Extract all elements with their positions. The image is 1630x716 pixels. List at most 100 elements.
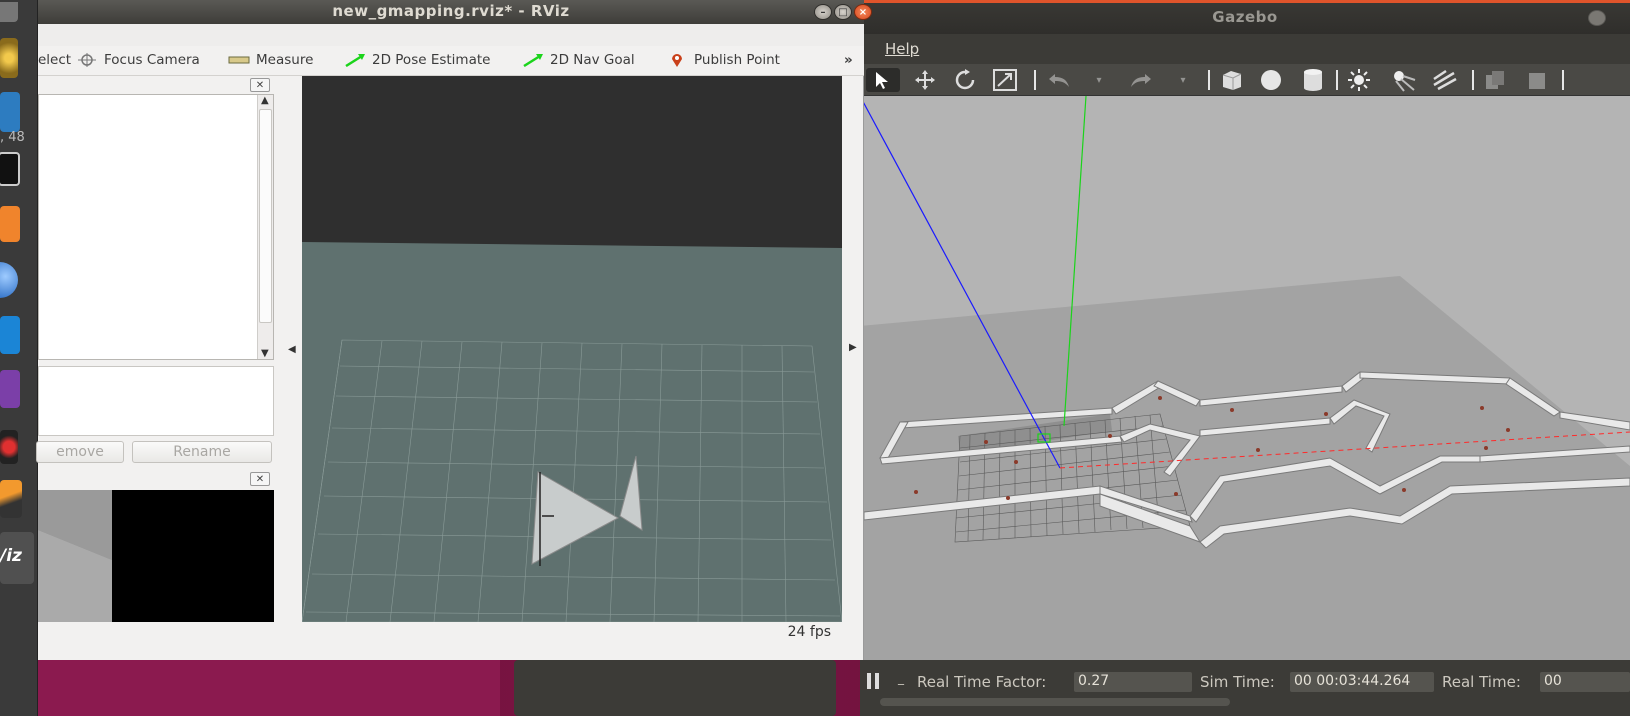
dock-item-top[interactable]	[0, 2, 18, 22]
scroll-down-icon[interactable]: ▼	[261, 348, 269, 359]
window-title: new_gmapping.rviz* - RViz	[332, 2, 570, 20]
redo-dropdown-icon[interactable]: ▾	[1170, 68, 1196, 92]
minimize-button[interactable]	[1588, 10, 1606, 26]
ruler-icon	[228, 56, 250, 64]
tool-focus-camera-label: Focus Camera	[104, 52, 200, 68]
dock-item-terminal-icon[interactable]	[0, 152, 20, 186]
collapse-left-arrow-icon[interactable]: ◀	[288, 344, 296, 355]
tool-select[interactable]: elect	[38, 52, 71, 68]
dock-item-vscode-icon[interactable]	[0, 316, 20, 354]
tool-focus-camera[interactable]: Focus Camera	[76, 52, 200, 68]
gazebo-statusbar: _ Real Time Factor: 0.27 Sim Time: 00 00…	[860, 660, 1630, 716]
display-description	[38, 366, 274, 436]
gazebo-horizontal-scrollbar[interactable]	[880, 698, 1230, 706]
fps-indicator: 24 fps	[787, 624, 831, 640]
collapse-right-arrow-icon[interactable]: ▶	[849, 342, 857, 353]
spot-light-icon[interactable]	[1390, 68, 1416, 92]
paste-icon[interactable]	[1524, 68, 1550, 92]
toolbar-overflow-button[interactable]: »	[844, 52, 853, 68]
background-panel	[38, 660, 500, 716]
directional-light-icon[interactable]	[1432, 68, 1458, 92]
rviz-window: new_gmapping.rviz* - RViz – □ × elect Fo…	[36, 0, 872, 660]
camera-panel: ✕	[38, 472, 274, 622]
tool-measure[interactable]: Measure	[228, 52, 313, 68]
toolbar-separator	[1562, 70, 1564, 90]
real-time-label: Real Time:	[1442, 673, 1521, 691]
rviz-render	[302, 76, 842, 622]
green-arrow-icon	[345, 54, 365, 67]
scroll-up-icon[interactable]: ▲	[261, 95, 269, 106]
rviz-menubar	[38, 24, 864, 46]
gazebo-window: Gazebo Help ▾ ▾ _ Real Time Factor: 0.27…	[860, 0, 1630, 716]
gazebo-3d-scene[interactable]	[860, 96, 1630, 660]
tool-2d-nav-goal[interactable]: 2D Nav Goal	[522, 52, 635, 68]
camera-panel-close-icon[interactable]: ✕	[250, 472, 270, 486]
rtf-value: 0.27	[1074, 672, 1192, 692]
camera-image-view	[38, 490, 274, 622]
dock-item-rviz[interactable]: /iz	[0, 532, 34, 584]
dock-item-calculator-icon[interactable]	[0, 370, 20, 408]
crosshair-icon	[78, 53, 96, 67]
box-shape-icon[interactable]	[1218, 68, 1244, 92]
tool-publish-point-label: Publish Point	[694, 52, 780, 68]
select-mode-icon[interactable]	[866, 68, 900, 92]
rtf-label: Real Time Factor:	[917, 673, 1047, 691]
scale-icon[interactable]	[992, 68, 1018, 92]
camera-render	[38, 490, 274, 622]
displays-tree[interactable]: ▲ ▼	[38, 94, 274, 360]
cylinder-shape-icon[interactable]	[1300, 68, 1326, 92]
gazebo-toolbar: ▾ ▾	[860, 64, 1630, 96]
rviz-3d-viewport[interactable]	[302, 76, 842, 622]
tool-2d-pose-estimate[interactable]: 2D Pose Estimate	[344, 52, 490, 68]
real-time-value: 00	[1540, 672, 1630, 692]
tool-2d-nav-goal-label: 2D Nav Goal	[550, 52, 635, 68]
redo-icon[interactable]	[1128, 68, 1154, 92]
toolbar-separator	[1472, 70, 1474, 90]
displays-close-icon[interactable]: ✕	[250, 78, 270, 92]
rviz-titlebar: new_gmapping.rviz* - RViz – □ ×	[38, 0, 872, 24]
sim-time-label: Sim Time:	[1200, 673, 1275, 691]
copy-icon[interactable]	[1482, 68, 1508, 92]
tool-measure-label: Measure	[256, 52, 314, 68]
dock-item-stack-icon[interactable]	[0, 480, 22, 518]
rviz-toolbar: elect Focus Camera Measure 2D Pose Estim…	[38, 46, 864, 76]
undo-icon[interactable]	[1046, 68, 1072, 92]
step-marker: _	[898, 671, 904, 685]
scrollbar-thumb[interactable]	[259, 109, 272, 323]
dock-item-files-icon[interactable]	[0, 206, 20, 242]
tool-publish-point[interactable]: Publish Point	[666, 52, 780, 68]
map-pin-icon	[672, 54, 682, 67]
translate-icon[interactable]	[912, 68, 938, 92]
pause-icon[interactable]	[866, 673, 880, 689]
tool-select-label: elect	[38, 52, 72, 68]
undo-dropdown-icon[interactable]: ▾	[1086, 68, 1112, 92]
menu-help[interactable]: Help	[885, 40, 919, 58]
background-panel-dark	[514, 660, 836, 716]
dock-item-chrome-icon[interactable]	[0, 38, 18, 78]
sim-time-value: 00 00:03:44.264	[1290, 672, 1434, 692]
toolbar-separator	[1208, 70, 1210, 90]
green-arrow-icon	[523, 54, 543, 67]
launcher-dock: , 48 /iz	[0, 0, 38, 716]
dock-item-help-icon[interactable]	[0, 262, 18, 298]
gazebo-menubar: Help	[860, 34, 1630, 64]
minimize-button[interactable]: –	[814, 4, 832, 20]
toolbar-separator	[1034, 70, 1036, 90]
displays-scrollbar[interactable]: ▲ ▼	[257, 95, 273, 359]
dock-partial-label: , 48	[0, 130, 25, 145]
rotate-icon[interactable]	[952, 68, 978, 92]
gazebo-titlebar: Gazebo	[860, 0, 1630, 34]
dock-rviz-label: /iz	[0, 546, 22, 566]
close-button[interactable]: ×	[854, 4, 872, 20]
dock-item-record-icon[interactable]	[0, 430, 18, 464]
tool-2d-pose-estimate-label: 2D Pose Estimate	[372, 52, 491, 68]
remove-button[interactable]: emove	[36, 441, 124, 463]
point-light-icon[interactable]	[1346, 68, 1372, 92]
rviz-floor	[302, 242, 842, 622]
dock-item-document-icon[interactable]	[0, 92, 20, 132]
sphere-shape-icon[interactable]	[1258, 68, 1284, 92]
toolbar-separator	[1336, 70, 1338, 90]
maximize-button[interactable]: □	[834, 4, 852, 20]
window-title: Gazebo	[1212, 8, 1278, 26]
rename-button[interactable]: Rename	[132, 441, 272, 463]
